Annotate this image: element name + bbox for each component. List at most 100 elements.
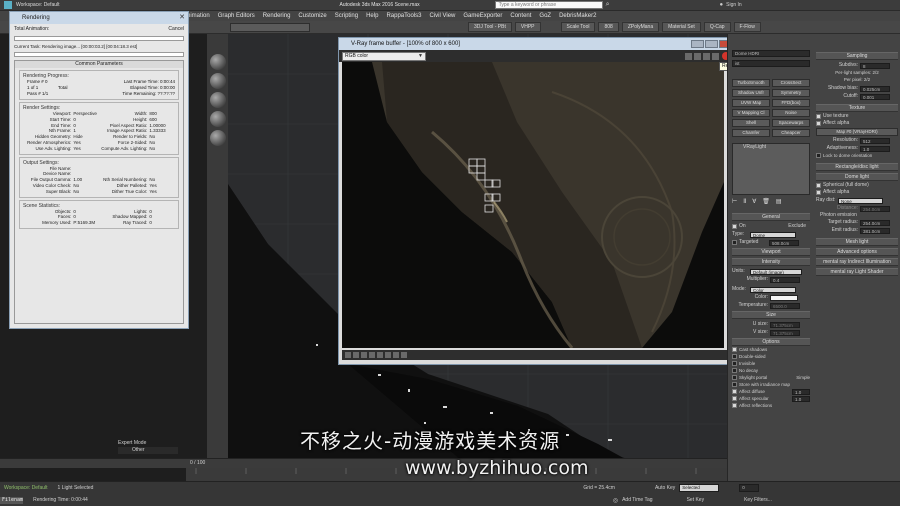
on-checkbox[interactable] [732, 224, 737, 229]
toolbar-f-flow[interactable]: F-Flow [733, 22, 761, 32]
modifier-button[interactable]: Symmetry [772, 89, 810, 97]
modifier-button[interactable]: CrossSect [772, 79, 810, 87]
material-slot[interactable] [210, 54, 226, 70]
workspace-status[interactable]: Workspace: Default [0, 485, 48, 492]
vfb-tool-icon[interactable] [345, 352, 351, 358]
option-checkbox[interactable] [732, 361, 737, 366]
material-slot[interactable] [210, 73, 226, 89]
mesh-light-rollout[interactable]: Mesh light [816, 238, 898, 246]
resolution-field[interactable]: 512 [860, 137, 890, 144]
menu-content[interactable]: Content [506, 11, 535, 21]
rendering-window-titlebar[interactable]: Rendering ✕ [10, 12, 188, 24]
ray-dist-dropdown[interactable]: None [838, 197, 883, 204]
object-name-field[interactable]: Dome HDRI [732, 50, 810, 57]
modifier-button[interactable]: Chamfer [732, 129, 770, 137]
clear-image-icon[interactable] [694, 52, 701, 60]
close-icon[interactable]: ✕ [179, 12, 185, 24]
vfb-tool-icon[interactable] [369, 352, 375, 358]
intensity-rollout[interactable]: Intensity [732, 258, 810, 266]
toolbar-3dj-tool[interactable]: 3DJ Tool - PBt [468, 22, 512, 32]
named-selection-dropdown[interactable] [230, 22, 310, 32]
key-filters-button[interactable]: Key Filters... [744, 497, 772, 504]
toolbar-scale-tool[interactable]: Scale Tool [560, 22, 596, 32]
option-checkbox[interactable] [732, 382, 737, 387]
menu-scripting[interactable]: Scripting [331, 11, 362, 21]
affect-alpha2-checkbox[interactable] [816, 190, 821, 195]
menu-debrismaker[interactable]: DebrisMaker2 [555, 11, 600, 21]
option-checkbox[interactable] [732, 389, 737, 394]
subdivs-field[interactable]: 8 [860, 62, 890, 69]
cancel-button[interactable]: Cancel [168, 26, 184, 33]
mr-shader-rollout[interactable]: mental ray Light Shader [816, 268, 898, 276]
material-slot[interactable] [210, 92, 226, 108]
adaptiveness-field[interactable]: 1.0 [860, 145, 890, 152]
option-checkbox[interactable] [732, 347, 737, 352]
menu-rappatools[interactable]: RappaTools3 [382, 11, 425, 21]
cutoff-field[interactable]: 0.001 [860, 93, 890, 100]
target-distance-field[interactable]: 508.0cm [769, 239, 799, 246]
temperature-field[interactable]: 6500.0 [770, 302, 800, 309]
option-checkbox[interactable] [732, 375, 737, 380]
menu-graph-editors[interactable]: Graph Editors [214, 11, 259, 21]
stack-item[interactable]: VRayLight [733, 144, 809, 151]
menu-gameexporter[interactable]: GameExporter [459, 11, 506, 21]
general-rollout[interactable]: General [732, 213, 810, 221]
advanced-options-rollout[interactable]: Advanced options [816, 248, 898, 256]
material-slot[interactable] [210, 130, 226, 146]
vfb-tool-icon[interactable] [377, 352, 383, 358]
sign-in-link[interactable]: Sign In [726, 2, 742, 9]
modifier-button[interactable]: V Mapping Cl [732, 109, 770, 117]
other-label[interactable]: Other [118, 447, 178, 454]
vfb-tool-icon[interactable] [401, 352, 407, 358]
vfb-tool-icon[interactable] [361, 352, 367, 358]
frame-field[interactable]: 0 [739, 484, 760, 492]
search-icon[interactable]: ⌕ [606, 1, 610, 9]
vfb-tool-icon[interactable] [353, 352, 359, 358]
lock-icon[interactable]: ◎ [613, 497, 618, 504]
modifier-button[interactable]: TurboSmooth [732, 79, 770, 87]
auto-key-label[interactable]: Auto Key [655, 485, 675, 492]
toolbar-q-cap[interactable]: Q-Cap [703, 22, 731, 32]
toolbar-vhpp[interactable]: VHPP [514, 22, 541, 32]
units-dropdown[interactable]: Default (image) [750, 268, 802, 275]
modifier-button[interactable]: Spacewarps [772, 119, 810, 127]
size-rollout[interactable]: Size [732, 311, 810, 319]
toolbar-zpolymana[interactable]: ZPolyMana [621, 22, 660, 32]
affect-alpha-checkbox[interactable] [816, 121, 821, 126]
channel-dropdown[interactable]: RGB color ▼ [342, 51, 426, 61]
maximize-button[interactable] [705, 40, 718, 48]
emit-radius-field[interactable]: 381.0cm [860, 227, 890, 234]
affect-specular-field[interactable]: 1.0 [792, 395, 810, 402]
vsize-field[interactable]: 71.375cm [770, 329, 800, 336]
modifier-button[interactable]: Shell [732, 119, 770, 127]
mr-indirect-rollout[interactable]: mental ray Indirect Illumination [816, 258, 898, 266]
selected-dropdown[interactable]: Selected [679, 484, 720, 492]
sampling-rollout[interactable]: Sampling [816, 52, 898, 60]
vfb-tool-icon[interactable] [393, 352, 399, 358]
modifier-list-dropdown[interactable]: ist [732, 60, 810, 67]
menu-civil-view[interactable]: Civil View [425, 11, 459, 21]
track-mouse-icon[interactable] [703, 52, 710, 60]
multiplier-field[interactable]: 0.4 [770, 276, 800, 283]
workspace-label[interactable]: Workspace: Default [16, 2, 60, 9]
dome-light-rollout[interactable]: Dome light [816, 173, 898, 181]
texture-rollout[interactable]: Texture [816, 104, 898, 112]
expert-mode-label[interactable]: Expert Mode [118, 440, 178, 447]
option-checkbox[interactable] [732, 368, 737, 373]
make-unique-icon[interactable]: ∀ [752, 198, 756, 205]
modifier-button[interactable]: UVW Map [732, 99, 770, 107]
show-result-icon[interactable]: Ⅱ [743, 198, 746, 205]
mode-dropdown[interactable]: Color [750, 286, 796, 293]
modifier-button[interactable]: Noise [772, 109, 810, 117]
minimize-button[interactable] [691, 40, 704, 48]
modifier-button[interactable]: FFD(box) [772, 99, 810, 107]
option-checkbox[interactable] [732, 354, 737, 359]
menu-rendering[interactable]: Rendering [259, 11, 295, 21]
time-slider[interactable]: 0 / 100 [0, 458, 727, 468]
material-slot[interactable] [210, 111, 226, 127]
modifier-button[interactable]: Cheapcer [772, 129, 810, 137]
affect-diffuse-field[interactable]: 1.0 [792, 388, 810, 395]
render-canvas[interactable] [342, 62, 724, 348]
menu-help[interactable]: Help [362, 11, 382, 21]
modifier-stack[interactable]: VRayLight [732, 143, 810, 195]
